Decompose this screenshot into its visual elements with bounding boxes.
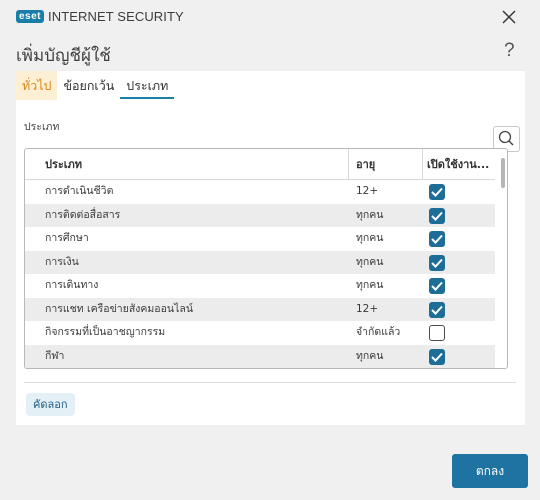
age-rating: ทุกคน	[356, 349, 384, 362]
checkmark-icon	[431, 211, 443, 221]
age-rating: ทุกคน	[356, 208, 384, 221]
checkmark-icon	[431, 352, 443, 362]
checkmark-icon	[431, 281, 443, 291]
checkmark-icon	[431, 234, 443, 244]
column-divider[interactable]	[422, 149, 423, 180]
column-header-category[interactable]: ประเภท	[45, 149, 345, 180]
column-header-age[interactable]: อายุ	[356, 149, 416, 180]
ok-button[interactable]: ตกลง	[452, 454, 528, 488]
table-row[interactable]: กีฬา ทุกคน	[25, 344, 495, 368]
tab-exceptions[interactable]: ข้อยกเว้น	[57, 71, 120, 100]
enabled-checkbox[interactable]	[429, 325, 445, 341]
table-body: การดำเนินชีวิต 12+ การติดต่อสื่อสาร ทุกคน กา…	[25, 180, 495, 368]
table-row[interactable]: การติดต่อสื่อสาร ทุกคน	[25, 203, 495, 227]
checkmark-icon	[431, 305, 443, 315]
help-button[interactable]: ?	[504, 40, 515, 62]
enabled-checkbox[interactable]	[429, 254, 445, 271]
enabled-checkbox[interactable]	[429, 184, 445, 200]
enabled-checkbox[interactable]	[429, 207, 445, 224]
categories-table: ประเภท อายุ เปิดใช้งาน... การดำเนินชีวิต…	[24, 148, 508, 369]
age-rating: ทุกคน	[356, 232, 384, 244]
category-name: การเดินทาง	[45, 279, 99, 291]
product-name: INTERNET SECURITY	[48, 9, 184, 24]
table-row[interactable]: การดำเนินชีวิต 12+	[25, 180, 495, 204]
logo-badge: eset	[16, 10, 45, 23]
category-name: การดำเนินชีวิต	[45, 185, 114, 197]
table-row[interactable]: การเดินทาง ทุกคน	[25, 274, 495, 298]
table-row[interactable]: กิจกรรมที่เป็นอาชญากรรม จำกัดแล้ว	[25, 321, 495, 345]
enabled-checkbox[interactable]	[429, 278, 445, 294]
category-name: การศึกษา	[45, 232, 89, 244]
eset-logo: eset INTERNET SECURITY	[16, 9, 184, 24]
age-rating: จำกัดแล้ว	[356, 326, 401, 338]
age-rating: ทุกคน	[356, 255, 384, 268]
table-row[interactable]: การศึกษา ทุกคน	[25, 227, 495, 251]
section-label: ประเภท	[24, 121, 60, 133]
checkmark-icon	[431, 258, 443, 268]
table-row[interactable]: การเงิน ทุกคน	[25, 250, 495, 274]
category-name: การติดต่อสื่อสาร	[45, 208, 121, 221]
enabled-checkbox[interactable]	[429, 348, 445, 365]
main-panel: ทั่วไป ข้อยกเว้น ประเภท ประเภท ประเภท อา…	[16, 71, 525, 425]
column-divider[interactable]	[348, 149, 349, 180]
close-button[interactable]	[498, 6, 520, 28]
age-rating: 12+	[356, 185, 379, 197]
enabled-checkbox[interactable]	[429, 231, 445, 247]
vertical-scrollbar[interactable]	[501, 158, 505, 188]
age-rating: 12+	[356, 302, 379, 315]
tab-general[interactable]: ทั่วไป	[16, 71, 58, 100]
category-name: การเงิน	[45, 255, 79, 268]
category-name: กิจกรรมที่เป็นอาชญากรรม	[45, 326, 166, 338]
page-title: เพิ่มบัญชีผู้ใช้	[16, 46, 111, 66]
age-rating: ทุกคน	[356, 279, 384, 291]
tab-bar: ทั่วไป ข้อยกเว้น ประเภท	[16, 71, 175, 100]
tab-categories[interactable]: ประเภท	[120, 71, 175, 100]
category-name: การแชท เครือข่ายสังคมออนไลน์	[45, 302, 193, 315]
table-header: ประเภท อายุ เปิดใช้งาน...	[25, 149, 495, 180]
column-header-enabled[interactable]: เปิดใช้งาน...	[427, 149, 495, 180]
table-row[interactable]: การแชท เครือข่ายสังคมออนไลน์ 12+	[25, 297, 495, 321]
category-name: กีฬา	[45, 349, 65, 362]
title-bar: eset INTERNET SECURITY	[0, 0, 540, 34]
enabled-checkbox[interactable]	[429, 301, 445, 318]
copy-button[interactable]: คัดลอก	[26, 393, 75, 416]
divider	[24, 382, 516, 383]
close-icon	[502, 10, 516, 24]
checkmark-icon	[431, 187, 443, 197]
